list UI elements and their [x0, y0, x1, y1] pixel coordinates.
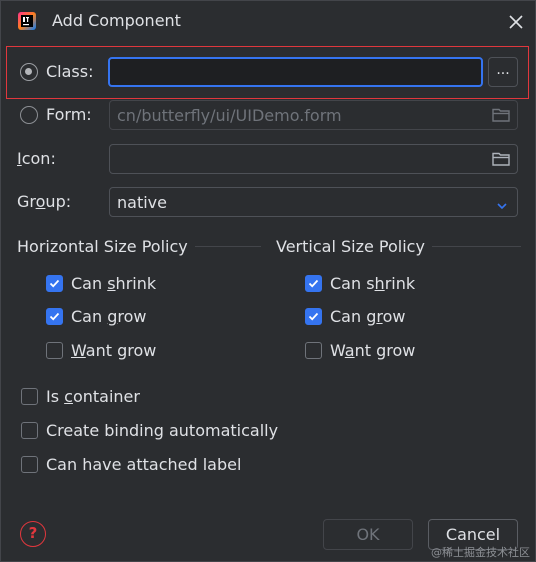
checkmark-icon [49, 312, 60, 321]
attached-label-checkbox[interactable] [21, 456, 38, 473]
intellij-idea-icon [17, 11, 37, 31]
horizontal-policy-title: Horizontal Size Policy [17, 237, 188, 256]
form-radio[interactable] [20, 106, 38, 124]
checkmark-icon [308, 279, 319, 288]
folder-icon[interactable] [492, 151, 510, 167]
v-can-shrink-checkbox[interactable] [305, 275, 322, 292]
h-want-grow-checkbox[interactable] [46, 342, 63, 359]
watermark: @稀土掘金技术社区 [431, 546, 530, 559]
icon-label: Icon: [17, 149, 56, 168]
form-label: Form: [46, 105, 92, 124]
form-input-value: cn/butterfly/ui/UIDemo.form [117, 106, 342, 125]
create-binding-checkbox[interactable] [21, 422, 38, 439]
close-icon[interactable] [504, 10, 528, 34]
vertical-policy-title: Vertical Size Policy [276, 237, 425, 256]
h-can-shrink-label: Can shrink [71, 274, 157, 293]
is-container-label: Is container [46, 387, 140, 406]
checkmark-icon [49, 279, 60, 288]
ok-button[interactable]: OK [323, 519, 413, 550]
h-can-grow-label: Can grow [71, 307, 147, 326]
help-button[interactable]: ? [20, 521, 46, 547]
h-can-grow-checkbox[interactable] [46, 308, 63, 325]
create-binding-label: Create binding automatically [46, 421, 279, 440]
attached-label-label: Can have attached label [46, 455, 242, 474]
class-radio[interactable] [20, 63, 38, 81]
v-can-grow-label: Can grow [330, 307, 406, 326]
horizontal-policy-divider [195, 246, 261, 247]
browse-class-button[interactable]: ... [488, 57, 518, 87]
v-can-grow-checkbox[interactable] [305, 308, 322, 325]
h-want-grow-label: Want grow [71, 341, 157, 360]
folder-icon[interactable] [492, 107, 510, 123]
is-container-checkbox[interactable] [21, 388, 38, 405]
add-component-dialog: Add Component Class: ... Form: cn/butter… [0, 0, 536, 562]
group-label: Group: [17, 192, 72, 211]
v-want-grow-label: Want grow [330, 341, 416, 360]
v-want-grow-checkbox[interactable] [305, 342, 322, 359]
icon-input[interactable] [109, 144, 518, 174]
title-bar: Add Component [1, 1, 535, 43]
class-label: Class: [46, 62, 94, 81]
vertical-policy-divider [432, 246, 521, 247]
dialog-title: Add Component [52, 11, 181, 30]
group-select[interactable]: native [109, 187, 518, 217]
class-input[interactable] [108, 57, 483, 87]
v-can-shrink-label: Can shrink [330, 274, 416, 293]
chevron-down-icon [496, 197, 508, 210]
h-can-shrink-checkbox[interactable] [46, 275, 63, 292]
group-select-value: native [117, 193, 167, 212]
checkmark-icon [308, 312, 319, 321]
form-input[interactable]: cn/butterfly/ui/UIDemo.form [109, 100, 518, 130]
